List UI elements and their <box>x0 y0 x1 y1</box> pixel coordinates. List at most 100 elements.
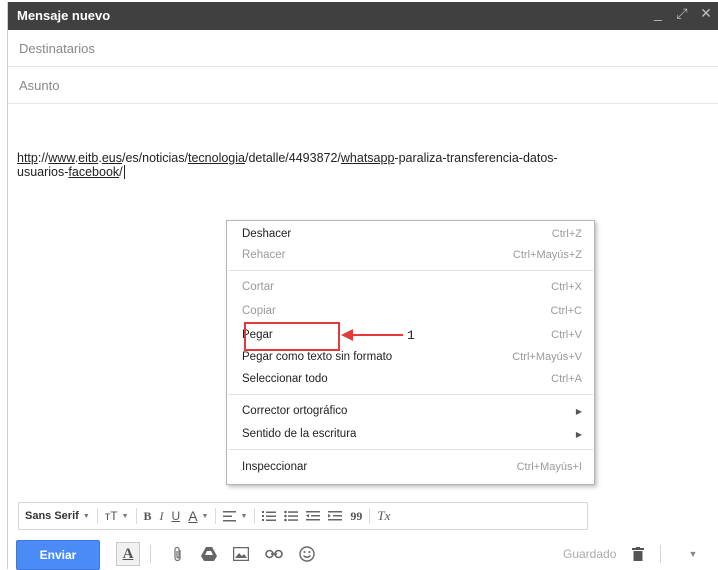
submenu-arrow-icon: ▶ <box>575 406 582 416</box>
recipients-input[interactable] <box>17 30 701 66</box>
context-menu: Deshacer Ctrl+Z Rehacer Ctrl+Mayús+Z Corta… <box>226 220 595 485</box>
toolbar-divider <box>369 508 371 524</box>
font-family-select[interactable]: Sans Serif ▼ <box>19 503 94 529</box>
menu-item-seleccionar-todo[interactable]: Seleccionar todo Ctrl+A <box>242 369 582 389</box>
body-text-segment: eus <box>101 151 122 165</box>
align-left-icon <box>223 510 237 521</box>
bottom-toolbar: Enviar A Guardado ▼ <box>8 537 718 570</box>
bulleted-list-button[interactable] <box>280 503 302 529</box>
expand-icon[interactable]: ⤢ <box>675 5 689 22</box>
menu-item-cortar[interactable]: Cortar Ctrl+X <box>242 277 582 297</box>
trash-icon <box>632 547 644 561</box>
compose-titlebar[interactable]: Mensaje nuevo _ ⤢ ✕ <box>8 2 718 30</box>
link-icon <box>265 549 283 559</box>
numbered-list-button[interactable] <box>258 503 280 529</box>
menu-item-sentido-escritura[interactable]: Sentido de la escritura ▶ <box>242 424 582 444</box>
font-size-button[interactable]: тT ▼ <box>101 503 133 529</box>
numbered-list-icon <box>262 511 277 521</box>
body-text-segment: eitb <box>78 151 99 165</box>
menu-item-corrector[interactable]: Corrector ortográfico ▶ <box>242 401 582 421</box>
menu-item-label: Rehacer <box>242 249 286 261</box>
underline-button[interactable]: U <box>168 503 185 529</box>
menu-separator <box>228 394 593 395</box>
body-text-segment: www <box>48 151 75 165</box>
text-cursor <box>123 165 125 179</box>
text-color-button[interactable]: A ▼ <box>184 503 212 529</box>
indent-more-icon <box>328 511 343 521</box>
menu-item-label: Corrector ortográfico <box>242 405 348 417</box>
attach-file-button[interactable] <box>168 544 188 564</box>
discard-draft-button[interactable] <box>628 544 648 564</box>
quote-button[interactable]: 99 <box>346 503 366 529</box>
insert-photo-button[interactable] <box>230 544 252 564</box>
formatting-toolbar: Sans Serif ▼ тT ▼ B I U A ▼ ▼ 99 Tx <box>18 502 588 530</box>
menu-item-label: Cortar <box>242 281 274 293</box>
chevron-down-icon: ▼ <box>82 512 90 520</box>
body-text-segment: -paraliza-transferencia-datos- <box>394 151 558 165</box>
compose-window: Mensaje nuevo _ ⤢ ✕ http://www.eitb.eus/… <box>7 2 718 570</box>
font-family-label: Sans Serif <box>25 510 79 522</box>
message-body[interactable]: http://www.eitb.eus/es/noticias/tecnolog… <box>17 151 707 179</box>
send-button[interactable]: Enviar <box>16 540 100 570</box>
menu-item-copiar[interactable]: Copiar Ctrl+C <box>242 301 582 321</box>
submenu-arrow-icon: ▶ <box>575 429 582 439</box>
menu-separator <box>228 270 593 271</box>
close-icon[interactable]: ✕ <box>699 5 713 22</box>
subject-input[interactable] <box>17 67 701 103</box>
menu-item-inspeccionar[interactable]: Inspeccionar Ctrl+Mayús+I <box>242 457 582 477</box>
menu-item-deshacer[interactable]: Deshacer Ctrl+Z <box>242 224 582 244</box>
insert-emoji-button[interactable] <box>296 544 318 564</box>
annotation-number: 1 <box>407 328 415 343</box>
indent-less-button[interactable] <box>302 503 324 529</box>
indent-more-button[interactable] <box>324 503 346 529</box>
align-button[interactable]: ▼ <box>219 503 251 529</box>
subject-row <box>8 67 718 104</box>
saved-status: Guardado <box>563 547 617 561</box>
menu-item-label: Sentido de la escritura <box>242 428 357 440</box>
menu-item-label: Inspeccionar <box>242 461 308 473</box>
chevron-down-icon: ▼ <box>201 512 209 520</box>
insert-link-button[interactable] <box>262 544 286 564</box>
image-icon <box>233 547 249 561</box>
window-controls: _ ⤢ ✕ <box>651 5 713 22</box>
body-text-segment: / <box>119 165 123 179</box>
drive-button[interactable] <box>198 544 220 564</box>
menu-item-label: Seleccionar todo <box>242 373 328 385</box>
menu-item-shortcut: Ctrl+Mayús+Z <box>512 249 582 261</box>
menu-item-shortcut: Ctrl+V <box>551 329 582 341</box>
annotation-arrow-icon <box>341 329 403 341</box>
chevron-down-icon: ▼ <box>688 549 698 559</box>
toolbar-divider <box>660 545 661 563</box>
menu-item-shortcut: Ctrl+Mayús+V <box>512 351 582 363</box>
font-size-label: тT <box>104 509 118 523</box>
body-text-segment: http <box>17 151 38 165</box>
menu-item-label: Deshacer <box>242 228 292 240</box>
toolbar-divider <box>150 545 151 563</box>
menu-item-rehacer[interactable]: Rehacer Ctrl+Mayús+Z <box>242 245 582 265</box>
menu-item-shortcut: Ctrl+X <box>551 281 582 293</box>
body-text-segment: usuarios- <box>17 165 69 179</box>
italic-button[interactable]: I <box>156 503 168 529</box>
chevron-down-icon: ▼ <box>121 512 129 520</box>
body-text-segment: tecnologia <box>187 151 245 165</box>
menu-item-label: Copiar <box>242 305 276 317</box>
indent-less-icon <box>306 511 321 521</box>
menu-item-shortcut: Ctrl+Mayús+I <box>516 461 582 473</box>
body-text-segment: whatsapp <box>340 151 395 165</box>
chevron-down-icon: ▼ <box>240 512 248 520</box>
formatting-options-button[interactable]: A <box>116 542 140 566</box>
paperclip-icon <box>174 546 181 562</box>
recipients-row <box>8 30 718 67</box>
bulleted-list-icon <box>284 510 299 522</box>
text-color-label: A <box>188 508 198 524</box>
more-options-button[interactable]: ▼ <box>680 544 706 564</box>
clear-formatting-button[interactable]: Tx <box>373 503 394 529</box>
toolbar-divider <box>254 508 256 524</box>
annotation-highlight-box <box>244 322 340 351</box>
minimize-icon[interactable]: _ <box>651 5 665 22</box>
body-text-segment: :// <box>37 151 49 165</box>
menu-item-shortcut: Ctrl+C <box>550 305 582 317</box>
drive-icon <box>201 547 217 561</box>
bold-button[interactable]: B <box>140 503 156 529</box>
body-text-segment: /es/noticias/ <box>121 151 188 165</box>
